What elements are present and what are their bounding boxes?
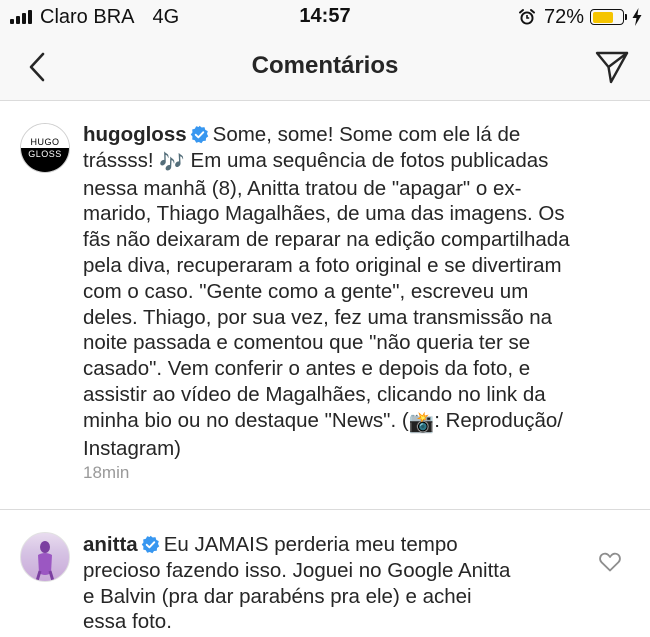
avatar-logo-top: HUGO: [21, 124, 69, 148]
camera-icon: 📸: [408, 410, 435, 434]
anitta-avatar[interactable]: [20, 532, 70, 582]
status-bar: Claro BRA 4G 14:57 72%: [0, 0, 650, 34]
avatar-photo: [35, 541, 55, 581]
comment-username[interactable]: anitta: [83, 533, 138, 556]
caption-text: hugogloss Some, some! Some com ele lá de…: [83, 122, 635, 461]
verified-badge-icon: [190, 125, 208, 144]
comments-screen: Claro BRA 4G 14:57 72% Comentários HUGO …: [0, 0, 650, 637]
caption-timestamp: 18min: [83, 463, 130, 482]
status-right: 72%: [518, 5, 642, 29]
music-notes-icon: 🎶: [159, 150, 185, 174]
direct-send-icon: [595, 51, 629, 84]
comment-item: anitta Eu JAMAIS perderia meu tempo prec…: [0, 510, 650, 637]
comment-text: anitta Eu JAMAIS perderia meu tempo prec…: [83, 532, 583, 635]
battery-level: [592, 11, 614, 23]
page-title: Comentários: [251, 52, 399, 79]
share-button[interactable]: [592, 47, 632, 87]
charging-icon: [632, 8, 642, 26]
battery-icon: [590, 9, 627, 25]
caption-body-2: Em uma sequência de fotos publicadas nes…: [83, 148, 570, 432]
hugogloss-avatar[interactable]: HUGO GLOSS: [20, 123, 70, 173]
alarm-icon: [518, 8, 536, 26]
like-comment-button[interactable]: [598, 550, 622, 574]
post-caption: HUGO GLOSS hugogloss Some, some! Some co…: [0, 101, 650, 511]
avatar-logo-bottom: GLOSS: [21, 148, 69, 172]
battery-percentage: 72%: [543, 5, 584, 28]
heart-outline-icon: [599, 552, 621, 572]
caption-username[interactable]: hugogloss: [83, 123, 187, 146]
verified-badge-icon: [141, 535, 159, 554]
navigation-bar: Comentários: [0, 34, 650, 101]
